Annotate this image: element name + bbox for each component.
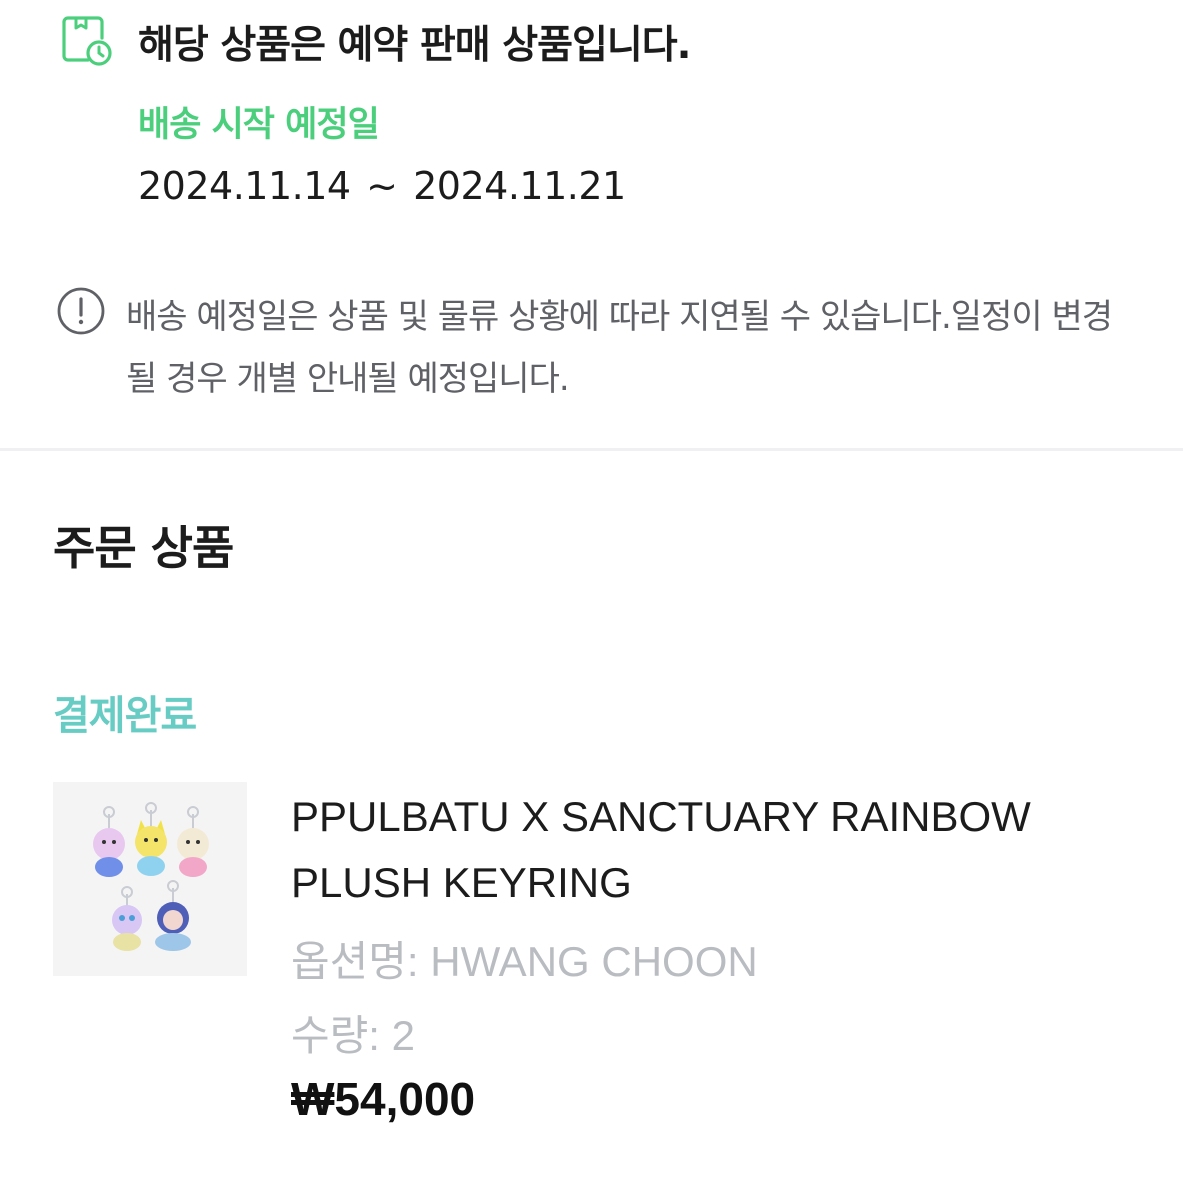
info-icon (57, 287, 105, 335)
plush-keyrings-image (93, 802, 209, 951)
keyring-plush-4 (112, 886, 142, 951)
section-divider (0, 448, 1183, 451)
ship-end-date: 2024.11.21 (413, 164, 626, 208)
keyring-plush-1 (93, 806, 125, 877)
date-separator: ~ (366, 164, 398, 208)
option-value: HWANG CHOON (430, 938, 758, 985)
option-label: 옵션명: (291, 938, 419, 985)
product-option: 옵션명: HWANG CHOON (291, 928, 758, 989)
product-price: ₩54,000 (291, 1073, 476, 1125)
preorder-notice: 해당 상품은 예약 판매 상품입니다. 배송 시작 예정일 2024.11.14… (0, 0, 1183, 450)
keyring-plush-3 (177, 806, 209, 877)
payment-status: 결제완료 (53, 693, 197, 739)
quantity-label: 수량: (291, 1012, 380, 1059)
calendar-clock-icon (62, 16, 112, 66)
ship-start-label: 배송 시작 예정일 (138, 105, 380, 145)
quantity-value: 2 (391, 1012, 415, 1059)
product-name[interactable]: PPULBATU X SANCTUARY RAINBOW PLUSH KEYRI… (291, 784, 1151, 916)
ship-start-date: 2024.11.14 (138, 164, 351, 208)
keyring-plush-5 (155, 880, 191, 951)
product-quantity: 수량: 2 (291, 1002, 415, 1063)
keyring-plush-2 (135, 802, 167, 876)
preorder-title: 해당 상품은 예약 판매 상품입니다. (138, 23, 691, 68)
ship-date-range: 2024.11.14 ~ 2024.11.21 (138, 164, 626, 208)
shipping-delay-notice: 배송 예정일은 상품 및 물류 상황에 따라 지연될 수 있습니다.일정이 변경… (126, 297, 1113, 399)
product-thumbnail[interactable] (53, 782, 247, 976)
section-title: 주문 상품 (53, 521, 234, 575)
